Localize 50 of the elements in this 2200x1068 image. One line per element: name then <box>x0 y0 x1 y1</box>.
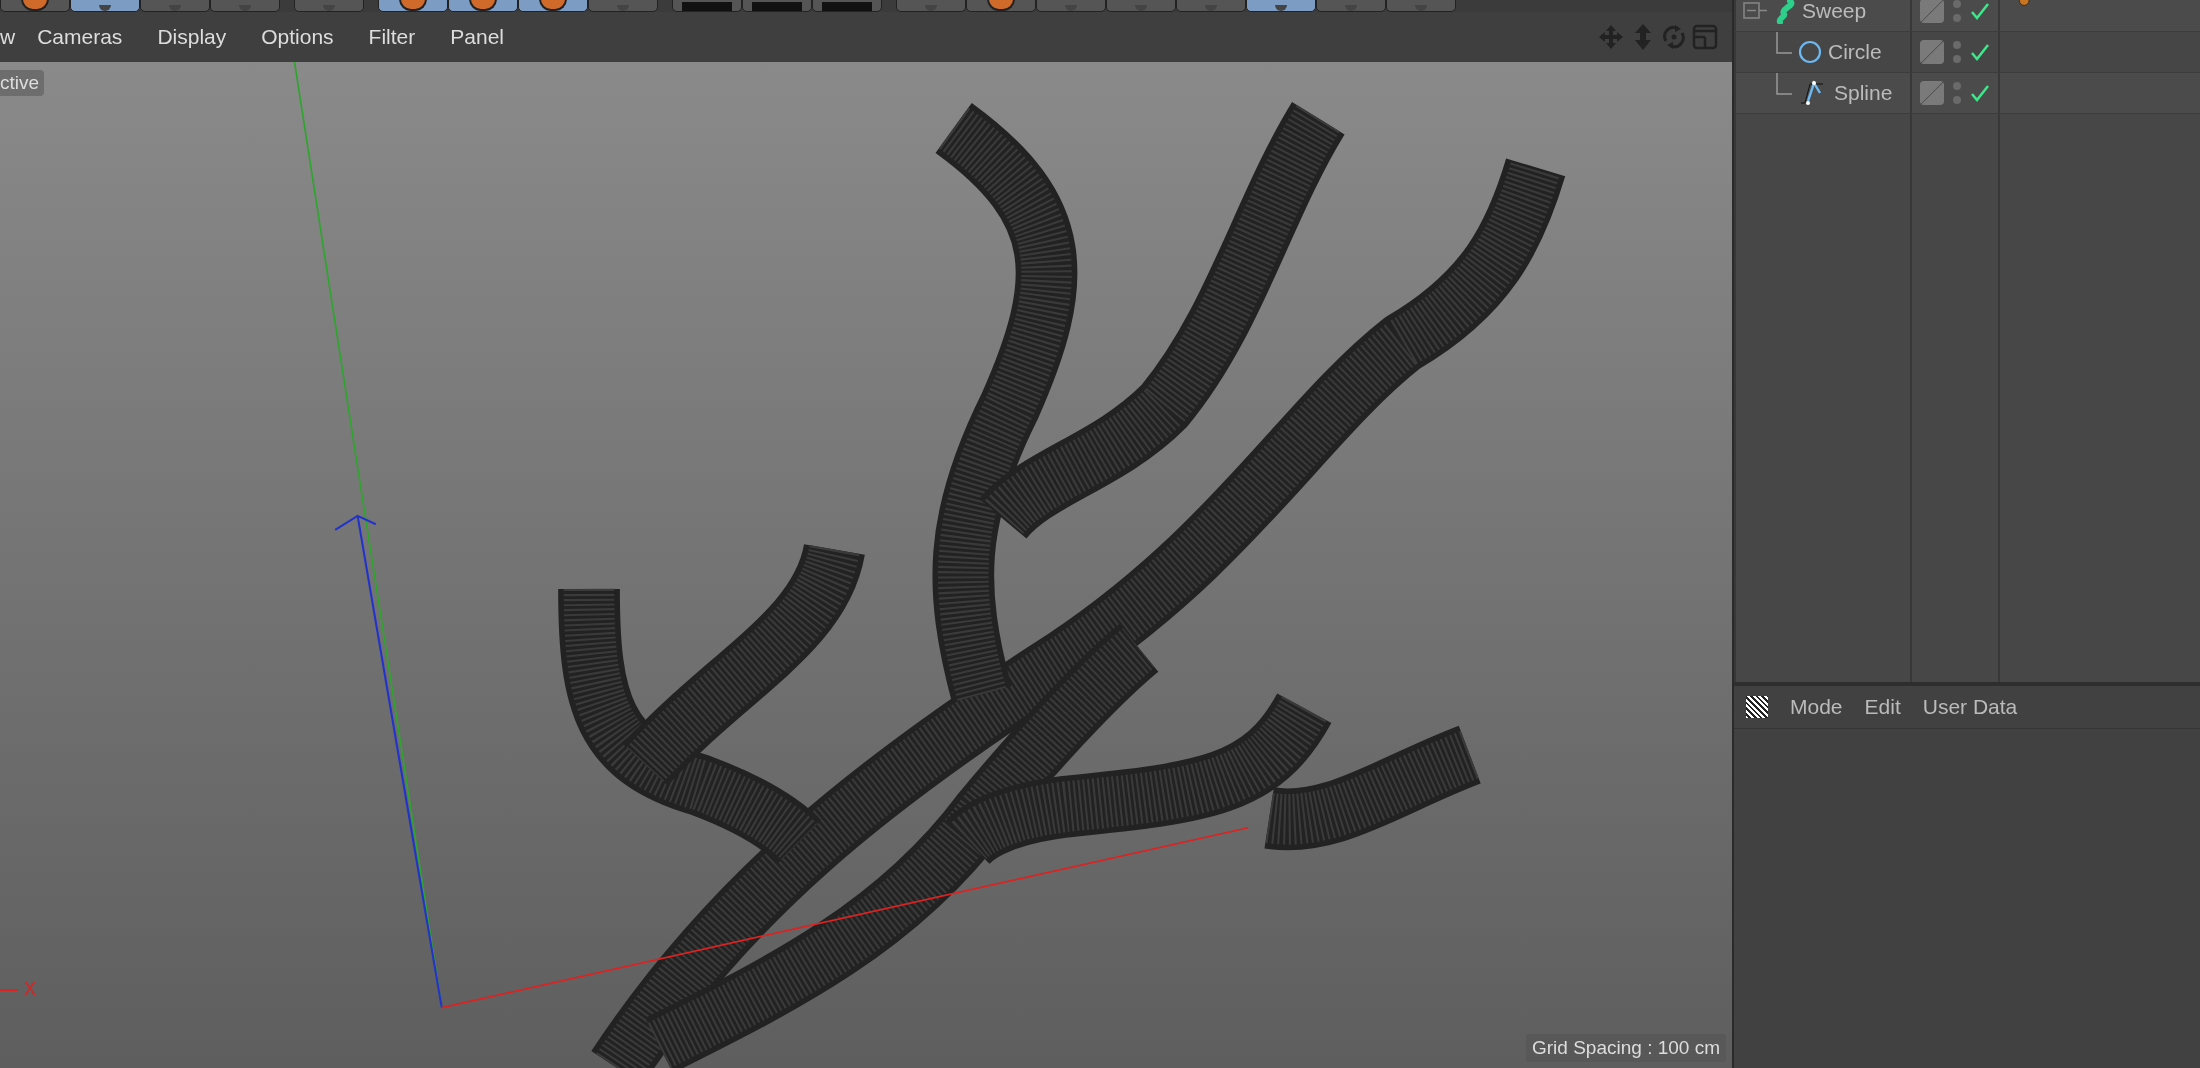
toolbar-icon <box>1205 5 1217 11</box>
layer-swatch-icon[interactable] <box>1920 0 1944 23</box>
toolbar-icon <box>1065 5 1077 11</box>
menu-item[interactable]: Edit <box>1864 695 1901 719</box>
object-row[interactable]: Circle <box>1734 32 2200 73</box>
axis-label: X <box>24 979 36 1000</box>
menu-item[interactable]: w <box>0 25 26 49</box>
toolbar-icon <box>1135 5 1147 11</box>
object-row[interactable]: Sweep <box>1734 0 2200 32</box>
object-name[interactable]: Sweep <box>1802 0 1867 23</box>
object-name[interactable]: Spline <box>1834 81 1893 105</box>
tree-line-icon <box>1776 73 1792 95</box>
toolbar-icon <box>323 5 335 11</box>
checkmark-icon[interactable] <box>1970 42 1990 62</box>
axis-dash <box>0 988 18 991</box>
layer-swatch-icon[interactable] <box>1920 81 1944 105</box>
toolbar-icon <box>617 5 629 11</box>
menu-item[interactable]: Options <box>261 25 349 49</box>
circle-icon <box>1798 40 1822 64</box>
grid-spacing-label: Grid Spacing : 100 cm <box>1526 1034 1726 1062</box>
collapse-toggle-icon[interactable] <box>1742 0 1768 22</box>
toolbar-icon <box>752 2 802 11</box>
menu-item[interactable]: Mode <box>1790 695 1843 719</box>
layer-swatch-icon[interactable] <box>1920 40 1944 64</box>
toolbar-icon <box>239 5 251 11</box>
panel-grip-icon[interactable] <box>1746 696 1768 718</box>
sweep-icon <box>1774 0 1796 24</box>
rotate-icon[interactable] <box>1661 23 1687 51</box>
toolbar-icon <box>99 5 111 11</box>
3d-viewport[interactable]: ctive X Grid Spacing : 100 cm <box>0 62 1732 1068</box>
toolbar-icon <box>925 5 937 11</box>
object-name[interactable]: Circle <box>1828 40 1882 64</box>
toolbar-icon <box>1415 5 1427 11</box>
panel-layout-icon[interactable] <box>1692 23 1718 51</box>
move-icon[interactable] <box>1597 23 1625 51</box>
object-row[interactable]: Spline <box>1734 73 2200 114</box>
menu-item[interactable]: User Data <box>1922 695 2018 719</box>
menu-item[interactable]: Cameras <box>37 25 138 49</box>
toolbar-icon <box>822 2 872 11</box>
view-label: ctive <box>0 70 45 96</box>
checkmark-icon[interactable] <box>1970 83 1990 103</box>
menu-item[interactable]: Panel <box>450 25 519 49</box>
toolbar-icon <box>1345 5 1357 11</box>
tree-line-icon <box>1776 32 1792 54</box>
menu-item[interactable]: Filter <box>368 25 431 49</box>
toolbar-icon <box>1275 5 1287 11</box>
toolbar-icon <box>682 2 732 11</box>
checkmark-icon[interactable] <box>1970 1 1990 21</box>
menu-item[interactable]: Display <box>157 25 242 49</box>
toolbar-icon <box>169 5 181 11</box>
